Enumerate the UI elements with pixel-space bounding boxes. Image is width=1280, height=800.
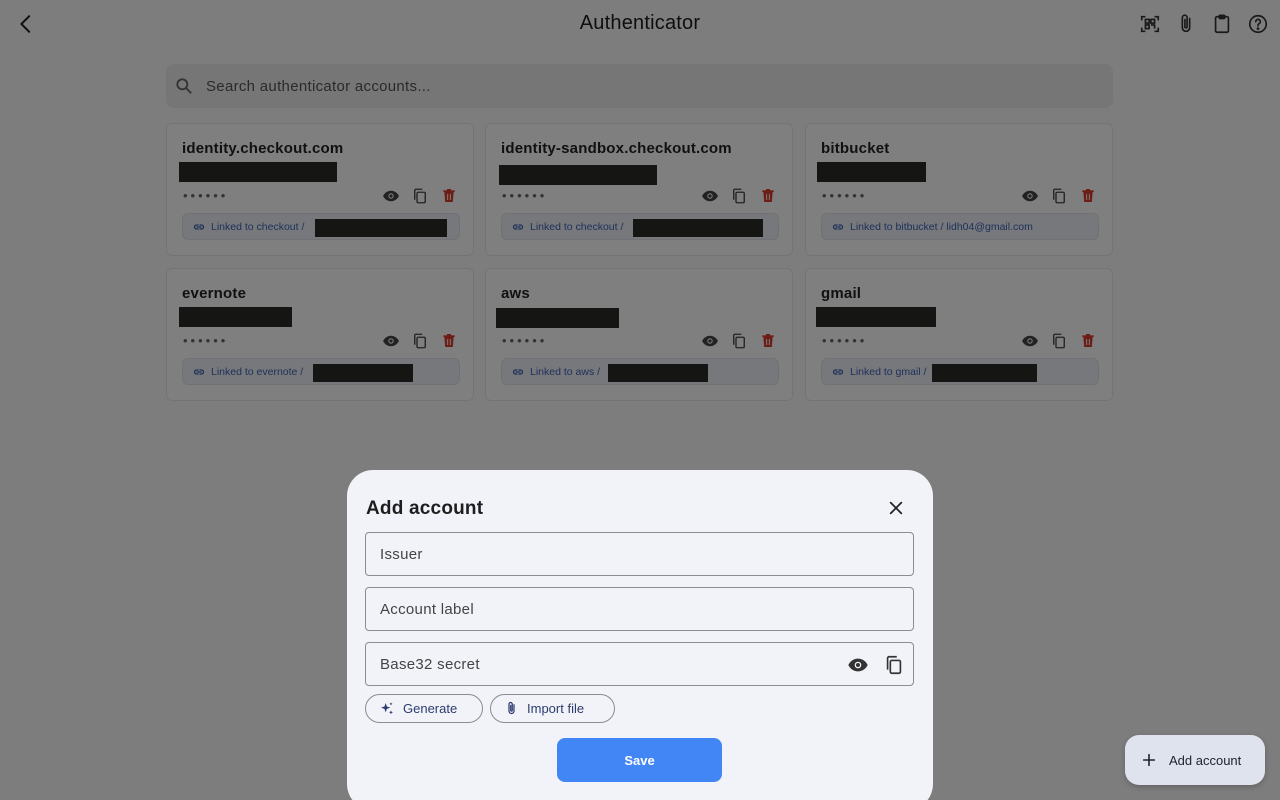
generate-label: Generate <box>403 701 458 716</box>
import-file-button[interactable]: Import file <box>490 694 615 723</box>
secret-field-actions <box>845 652 907 678</box>
sparkle-icon <box>381 701 393 714</box>
plus-icon <box>1142 753 1156 767</box>
eye-icon <box>848 658 868 672</box>
close-icon <box>889 501 903 515</box>
account-label-field[interactable]: Account label <box>365 587 914 631</box>
fab-label: Add account <box>1169 752 1242 768</box>
secret-label: Base32 secret <box>380 655 480 673</box>
generate-button[interactable]: Generate <box>365 694 483 723</box>
account-label-label: Account label <box>380 600 474 618</box>
dialog-title: Add account <box>366 498 484 519</box>
copy-secret-button[interactable] <box>881 652 907 678</box>
issuer-field[interactable]: Issuer <box>365 532 914 576</box>
save-button[interactable]: Save <box>557 738 722 782</box>
toggle-secret-visibility-button[interactable] <box>845 652 871 678</box>
paperclip-icon <box>508 701 515 715</box>
secret-field[interactable]: Base32 secret <box>365 642 914 686</box>
add-account-fab[interactable]: Add account <box>1125 735 1265 785</box>
close-dialog-button[interactable] <box>884 496 908 520</box>
issuer-label: Issuer <box>380 545 423 563</box>
import-file-label: Import file <box>527 701 585 716</box>
add-account-dialog: Add account Issuer Account label Base32 … <box>347 470 933 800</box>
copy-icon <box>886 655 902 675</box>
